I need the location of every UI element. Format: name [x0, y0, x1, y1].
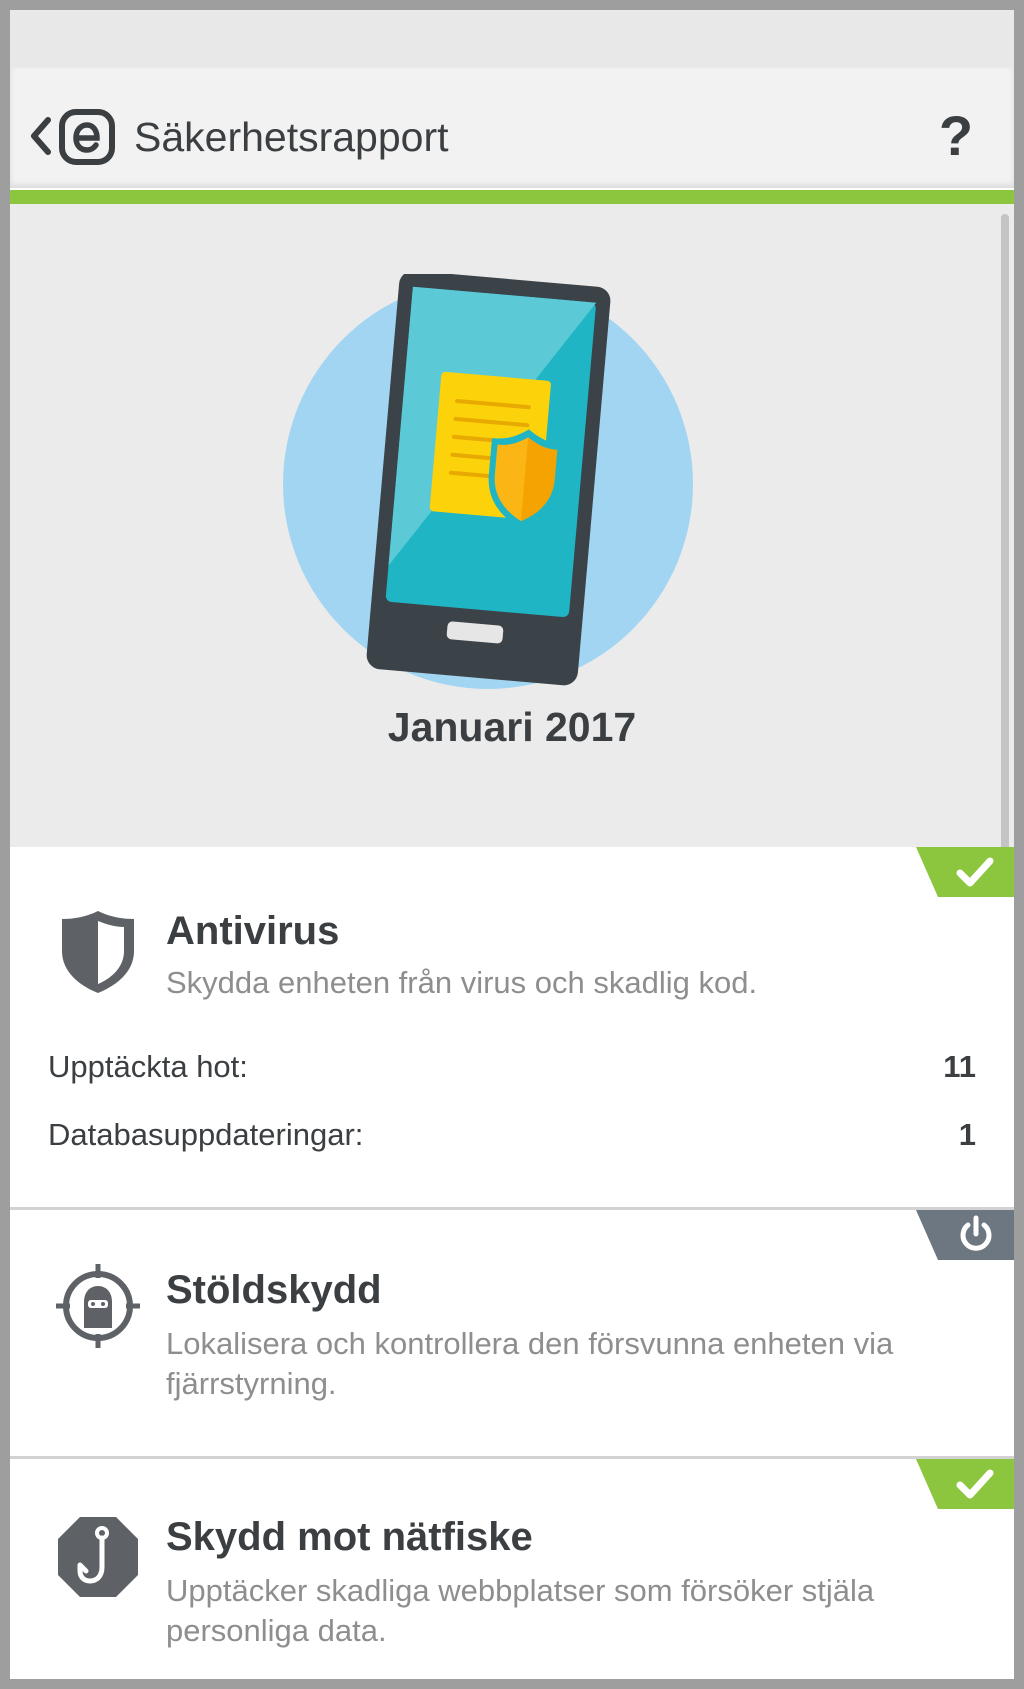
- stat-row-db-updates: Databasuppdateringar: 1: [48, 1117, 976, 1161]
- card-title: Skydd mot nätfiske: [166, 1515, 533, 1559]
- status-ok-badge: [916, 1459, 1014, 1509]
- app-bar: Säkerhetsrapport ?: [10, 68, 1014, 188]
- shield-icon: [62, 911, 134, 993]
- card-anti-phishing[interactable]: Skydd mot nätfiske Upptäcker skadliga we…: [10, 1459, 1014, 1679]
- card-description: Lokalisera och kontrollera den försvunna…: [166, 1326, 894, 1401]
- stat-value: 1: [958, 1117, 976, 1152]
- card-title: Antivirus: [166, 909, 340, 953]
- phone-report-illustration: [283, 274, 693, 689]
- status-bar: [10, 10, 1014, 68]
- status-off-badge: [916, 1210, 1014, 1260]
- help-button[interactable]: ?: [928, 106, 984, 166]
- card-anti-theft[interactable]: Stöldskydd Lokalisera och kontrollera de…: [10, 1210, 1014, 1456]
- card-description: Skydda enheten från virus och skadlig ko…: [166, 965, 758, 1000]
- report-hero: Januari 2017: [10, 204, 1014, 847]
- stat-label: Databasuppdateringar:: [48, 1117, 364, 1152]
- accent-bar: [10, 190, 1014, 204]
- thief-target-icon: [56, 1264, 140, 1348]
- card-description: Upptäcker skadliga webbplatser som försö…: [166, 1573, 875, 1648]
- card-antivirus[interactable]: Antivirus Skydda enheten från virus och …: [10, 847, 1014, 1207]
- app-window: Säkerhetsrapport ? Januari 2017 Antiviru…: [10, 10, 1014, 1679]
- fishing-hook-icon: [58, 1517, 138, 1597]
- stat-label: Upptäckta hot:: [48, 1049, 248, 1084]
- status-ok-badge: [916, 847, 1014, 897]
- page-title: Säkerhetsrapport: [134, 114, 449, 160]
- report-month: Januari 2017: [387, 704, 637, 750]
- card-title: Stöldskydd: [166, 1268, 382, 1312]
- stat-row-threats: Upptäckta hot: 11: [48, 1049, 976, 1093]
- back-arrow-icon[interactable]: [28, 116, 52, 156]
- eset-logo-icon: [59, 109, 115, 165]
- stat-value: 11: [943, 1049, 976, 1084]
